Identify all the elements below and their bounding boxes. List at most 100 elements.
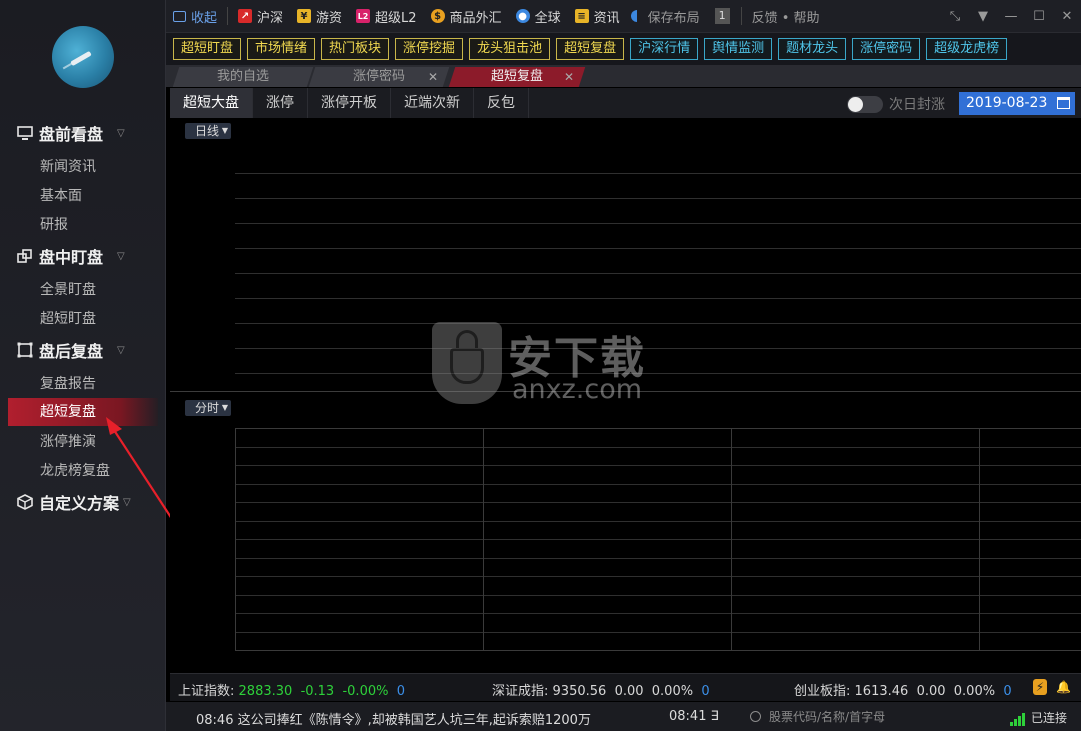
quick-btn-limit-up-mining[interactable]: 涨停挖掘	[395, 38, 464, 60]
section-custom[interactable]: 自定义方案 ▽	[16, 490, 146, 514]
monitor-icon	[16, 125, 33, 142]
quick-btn-leader-sniper[interactable]: 龙头狙击池	[469, 38, 551, 60]
chevron-down-icon: ▽	[117, 250, 125, 262]
bell-icon[interactable]: 🔔	[1056, 679, 1071, 695]
index-value: 9350.56	[552, 684, 607, 699]
collapse-button[interactable]: 收起	[166, 0, 224, 33]
calendar-icon[interactable]	[1057, 97, 1070, 109]
feedback-help-button[interactable]: 反馈 • 帮助	[745, 0, 827, 33]
quick-btn-sentiment-monitor[interactable]: 舆情监测	[704, 38, 773, 60]
index-chinext[interactable]: 创业板指: 1613.46 0.00 0.00% 0	[794, 680, 1012, 699]
subtab-short-market[interactable]: 超短大盘	[170, 88, 253, 118]
stock-search[interactable]: 股票代码/名称/首字母	[750, 708, 885, 725]
quick-btn-hushen-quotes[interactable]: 沪深行情	[630, 38, 699, 60]
news-item[interactable]: 08:46 这公司捧红《陈情令》,却被韩国艺人坑三年,起诉索赔1200万	[196, 709, 591, 728]
section-title: 盘后复盘	[39, 342, 104, 361]
tab-label: 我的自选	[216, 69, 269, 84]
sidebar-toggle-icon	[173, 10, 186, 22]
news-item[interactable]: 08:41 ∃	[669, 709, 719, 724]
section-title: 自定义方案	[39, 494, 120, 513]
close-icon[interactable]: ✕	[428, 67, 438, 87]
toggle-switch[interactable]	[847, 95, 883, 113]
subtab-limit-up-open[interactable]: 涨停开板	[308, 88, 391, 118]
gridline-vertical	[979, 428, 980, 650]
sidebar-item-research[interactable]: 研报	[8, 211, 158, 239]
save-layout-button[interactable]: 保存布局	[641, 0, 707, 33]
sidebar-item-fundamentals[interactable]: 基本面	[8, 182, 158, 210]
tab-short-review[interactable]: 超短复盘 ✕	[448, 67, 586, 87]
gridline	[235, 323, 1081, 324]
subtab-limit-up[interactable]: 涨停	[253, 88, 308, 118]
menu-global[interactable]: ● 全球	[509, 0, 568, 33]
avatar[interactable]	[52, 26, 114, 88]
gridline-vertical	[483, 428, 484, 650]
sidebar: 盘前看盘 ▽ 新闻资讯 基本面 研报 盘中盯盘 ▽ 全景盯盘 超短盯盘 盘后复盘…	[0, 0, 166, 731]
tab-limit-up-code[interactable]: 涨停密码 ✕	[308, 67, 450, 87]
quick-btn-short-review[interactable]: 超短复盘	[556, 38, 625, 60]
chevron-down-icon: ▼	[221, 403, 229, 412]
section-intraday[interactable]: 盘中盯盘 ▽	[16, 244, 146, 268]
divider	[740, 7, 742, 25]
sidebar-item-panorama[interactable]: 全景盯盘	[8, 276, 158, 304]
quick-btn-theme-leader[interactable]: 题材龙头	[778, 38, 847, 60]
subtab-reversal[interactable]: 反包	[474, 88, 529, 118]
menu-youzi[interactable]: ¥ 游资	[290, 0, 349, 33]
menu-label: 沪深	[257, 10, 284, 26]
yuan-icon: ¥	[297, 9, 312, 23]
sidebar-item-review-report[interactable]: 复盘报告	[8, 370, 158, 398]
sidebar-item-news[interactable]: 新闻资讯	[8, 153, 158, 181]
quick-btn-market-sentiment[interactable]: 市场情绪	[247, 38, 316, 60]
menu-info[interactable]: ≡ 资讯	[568, 0, 627, 33]
index-change: 0.00	[614, 684, 644, 699]
index-value: 1613.46	[854, 684, 909, 699]
chevron-down-icon: ▽	[123, 496, 131, 508]
menu-l2[interactable]: L2 超级L2	[349, 0, 424, 33]
gridline	[235, 173, 1081, 174]
dropdown-arrow-icon[interactable]: ▼	[969, 9, 997, 24]
period-dropdown[interactable]: 日线 ▼	[185, 123, 232, 139]
date-picker[interactable]: 2019-08-23	[959, 92, 1075, 115]
lightning-icon[interactable]: ⚡	[1033, 679, 1047, 695]
dollar-icon: $	[430, 9, 445, 23]
intraday-dropdown[interactable]: 分时 ▼	[185, 400, 232, 416]
quick-btn-limit-up-code[interactable]: 涨停密码	[852, 38, 921, 60]
globe-icon: ●	[515, 9, 530, 23]
sidebar-item-limit-up-deduction[interactable]: 涨停推演	[8, 428, 158, 456]
chevron-down-icon: ▼	[221, 126, 229, 135]
half-circle-icon	[630, 10, 637, 22]
minimize-icon[interactable]: —	[997, 9, 1025, 24]
menu-label: 游资	[316, 10, 343, 26]
sidebar-item-short-review[interactable]: 超短复盘	[8, 398, 158, 426]
gridline	[235, 613, 1081, 614]
next-day-limit-toggle[interactable]: 次日封涨	[847, 94, 945, 114]
gridline	[235, 298, 1081, 299]
connection-label: 已连接	[1030, 711, 1067, 725]
quick-btn-short-watch[interactable]: 超短盯盘	[173, 38, 242, 60]
chevron-down-icon: ▽	[117, 127, 125, 139]
close-icon[interactable]: ✕	[1053, 9, 1081, 24]
sidebar-item-dragon-tiger-review[interactable]: 龙虎榜复盘	[8, 457, 158, 485]
index-name: 上证指数:	[178, 684, 235, 699]
gridline	[235, 198, 1081, 199]
maximize-icon[interactable]: ☐	[1025, 9, 1053, 24]
menu-label: 商品外汇	[449, 10, 502, 26]
divider	[227, 7, 229, 25]
toggle-label: 次日封涨	[889, 97, 945, 113]
section-pre-market[interactable]: 盘前看盘 ▽	[16, 121, 146, 145]
close-icon[interactable]: ✕	[564, 67, 574, 87]
section-post-market[interactable]: 盘后复盘 ▽	[16, 338, 146, 362]
index-shanghai[interactable]: 上证指数: 2883.30 -0.13 -0.00% 0	[178, 680, 405, 699]
layout-number-badge[interactable]: 1	[714, 8, 730, 24]
tab-my-watchlist[interactable]: 我的自选	[172, 67, 314, 87]
gridline	[235, 484, 1081, 485]
index-shenzhen[interactable]: 深证成指: 9350.56 0.00 0.00% 0	[492, 680, 710, 699]
menu-hushen[interactable]: ↗ 沪深	[231, 0, 290, 33]
quick-btn-super-dragon-tiger[interactable]: 超级龙虎榜	[926, 38, 1008, 60]
shrink-icon[interactable]: ⤡	[941, 9, 969, 24]
quick-btn-hot-sectors[interactable]: 热门板块	[321, 38, 390, 60]
subtab-recent-new[interactable]: 近端次新	[391, 88, 474, 118]
news-ticker-bar: 08:46 这公司捧红《陈情令》,却被韩国艺人坑三年,起诉索赔1200万 08:…	[166, 702, 1081, 731]
gridline-vertical	[731, 428, 732, 650]
menu-commodity[interactable]: $ 商品外汇	[424, 0, 509, 33]
sidebar-item-short-watch[interactable]: 超短盯盘	[8, 305, 158, 333]
